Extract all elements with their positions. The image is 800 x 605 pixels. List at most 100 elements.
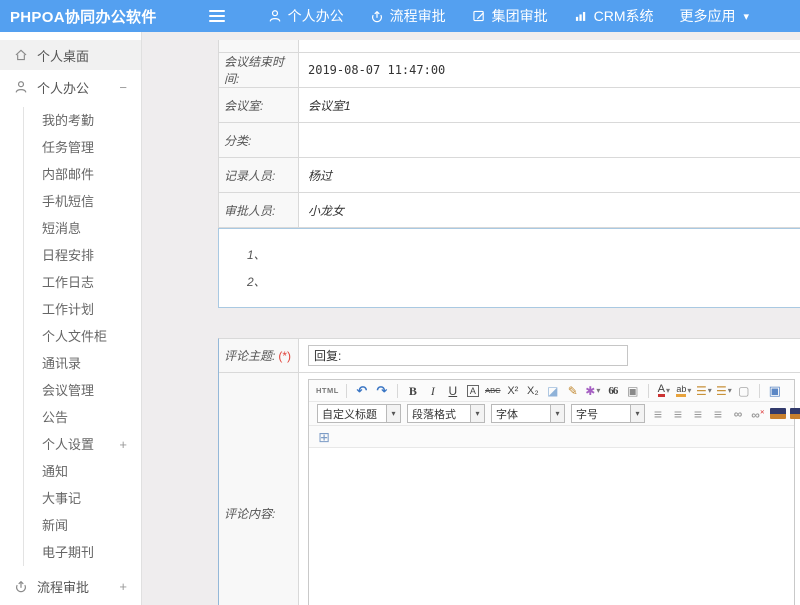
undo-button[interactable]: ↶ — [354, 382, 370, 399]
new-page-button[interactable]: ▢ — [736, 382, 752, 399]
sidebar-item[interactable]: 通知 — [24, 458, 141, 485]
sidebar-item-label: 我的考勤 — [42, 113, 94, 128]
align-center-button[interactable]: ≡ — [670, 405, 686, 422]
custom-title-select[interactable]: 自定义标题▾ — [317, 404, 401, 423]
nav-item-personal-office[interactable]: 个人办公 — [268, 6, 344, 26]
meeting-content-box: 1、2、 — [218, 228, 800, 308]
editor-toolbar-row3: ⊞ — [309, 426, 794, 448]
source-code-button[interactable]: HTML — [316, 382, 339, 399]
app-title: PHPOA协同办公软件 — [0, 6, 157, 27]
field-label: 记录人员: — [219, 158, 299, 192]
expand-icon[interactable]: + — [119, 579, 127, 594]
sidebar-item[interactable]: 个人设置 + — [24, 431, 141, 458]
sidebar-item-label: 任务管理 — [42, 140, 94, 155]
edit-icon — [472, 9, 486, 23]
align-right-button[interactable]: ≡ — [690, 405, 706, 422]
table-row: 会议结束时间:2019-08-07 11:47:00 — [219, 53, 800, 88]
sidebar-item-label: 个人桌面 — [37, 46, 89, 65]
caret-down-icon: ▾ — [742, 10, 750, 23]
sidebar-item[interactable]: 内部邮件 — [24, 161, 141, 188]
sidebar-item[interactable]: 电子期刊 — [24, 539, 141, 566]
menu-icon[interactable] — [209, 7, 225, 25]
superscript-button[interactable]: X² — [505, 382, 521, 399]
insert-table-button[interactable]: ⊞ — [316, 428, 332, 445]
italic-button[interactable]: I — [425, 382, 441, 399]
eraser-button[interactable]: ◪ — [545, 382, 561, 399]
chart-icon — [574, 9, 588, 23]
table-row: 记录人员:杨过 — [219, 158, 800, 193]
font-color-button[interactable]: A▾ — [656, 382, 672, 399]
sidebar-group-personal-office[interactable]: 个人办公 − — [0, 70, 141, 104]
table-row: 审批人员:小龙女 — [219, 193, 800, 228]
align-left-button[interactable]: ≡ — [650, 405, 666, 422]
caret-down-icon: ▾ — [630, 405, 644, 422]
sidebar-group-workflow-approval[interactable]: 流程审批 + — [0, 569, 141, 603]
nav-item-more-apps[interactable]: 更多应用▾ — [680, 6, 750, 26]
bold-button[interactable]: B — [405, 382, 421, 399]
person-icon — [268, 9, 282, 23]
redo-button[interactable]: ↷ — [374, 382, 390, 399]
underline-button[interactable]: U — [445, 382, 461, 399]
field-label: 评论主题:(*) — [219, 339, 299, 372]
sidebar-item[interactable]: 任务管理 — [24, 134, 141, 161]
content-line: 2、 — [247, 269, 800, 296]
link-button[interactable]: ∞ — [730, 405, 746, 422]
preview-button[interactable]: ▣ — [767, 382, 783, 399]
sidebar-item[interactable]: 通讯录 — [24, 350, 141, 377]
sidebar-item[interactable]: 个人文件柜 — [24, 323, 141, 350]
editor-toolbar-row1: HTML↶↷BIUAABCX²X₂◪✎✱▾66▣A▾ab▾☰▾☰▾▢▣ — [309, 380, 794, 402]
field-value: 2019-08-07 11:47:00 — [299, 53, 800, 87]
insert-image-button[interactable] — [790, 408, 800, 419]
nav-item-label: CRM系统 — [594, 6, 654, 26]
sidebar-item[interactable]: 短消息 — [24, 215, 141, 242]
blockquote-button[interactable]: 66 — [605, 382, 621, 399]
align-justify-button[interactable]: ≡ — [710, 405, 726, 422]
sidebar-item[interactable]: 手机短信 — [24, 188, 141, 215]
sidebar-item[interactable]: 会议管理 — [24, 377, 141, 404]
sidebar-group-label: 个人办公 — [37, 78, 89, 97]
table-row: 会议室:会议室1 — [219, 88, 800, 123]
expand-icon[interactable]: + — [119, 431, 127, 458]
sidebar-item[interactable]: 工作日志 — [24, 269, 141, 296]
sidebar-item-label: 电子期刊 — [42, 545, 94, 560]
sidebar-item-label: 大事记 — [42, 491, 81, 506]
collapse-icon[interactable]: − — [119, 80, 127, 95]
sidebar-item[interactable]: 工作计划 — [24, 296, 141, 323]
sidebar-item-label: 短消息 — [42, 221, 81, 236]
table-row: 分类: — [219, 123, 800, 158]
sidebar-item-label: 内部邮件 — [42, 167, 94, 182]
image-button[interactable] — [770, 408, 786, 419]
sidebar-item-label: 个人设置 — [42, 437, 94, 452]
unlink-button[interactable]: ∞ — [750, 405, 766, 422]
highlight-button[interactable]: ab▾ — [676, 382, 692, 399]
subscript-button[interactable]: X₂ — [525, 382, 541, 399]
paste-text-button[interactable]: ▣ — [625, 382, 641, 399]
comment-subject-input[interactable] — [308, 345, 628, 366]
paragraph-format-select[interactable]: 段落格式▾ — [407, 404, 485, 423]
field-value: 会议室1 — [299, 88, 800, 122]
sidebar-item-desktop[interactable]: 个人桌面 — [0, 40, 141, 70]
format-painter-button[interactable]: ✎ — [565, 382, 581, 399]
caret-down-icon: ▾ — [386, 405, 400, 422]
nav-item-group-approval[interactable]: 集团审批 — [472, 6, 548, 26]
sidebar-item-label: 新闻 — [42, 518, 68, 533]
sidebar-item[interactable]: 我的考勤 — [24, 107, 141, 134]
sidebar-item[interactable]: 公告 — [24, 404, 141, 431]
unordered-list-button[interactable]: ☰▾ — [716, 382, 732, 399]
font-size-select[interactable]: 字号▾ — [571, 404, 645, 423]
sidebar-item[interactable]: 日程安排 — [24, 242, 141, 269]
sidebar-item-label: 会议管理 — [42, 383, 94, 398]
sidebar-item-label: 工作计划 — [42, 302, 94, 317]
auto-typeset-button[interactable]: ✱▾ — [585, 382, 601, 399]
flow-icon — [370, 9, 384, 23]
sidebar-item-label: 个人文件柜 — [42, 329, 107, 344]
editor-content-area[interactable] — [309, 448, 794, 605]
sidebar-item[interactable]: 大事记 — [24, 485, 141, 512]
nav-item-workflow-approval[interactable]: 流程审批 — [370, 6, 446, 26]
strikethrough-button[interactable]: ABC — [485, 382, 501, 399]
char-border-button[interactable]: A — [465, 382, 481, 399]
nav-item-crm[interactable]: CRM系统 — [574, 6, 654, 26]
sidebar-item[interactable]: 新闻 — [24, 512, 141, 539]
ordered-list-button[interactable]: ☰▾ — [696, 382, 712, 399]
font-family-select[interactable]: 字体▾ — [491, 404, 565, 423]
